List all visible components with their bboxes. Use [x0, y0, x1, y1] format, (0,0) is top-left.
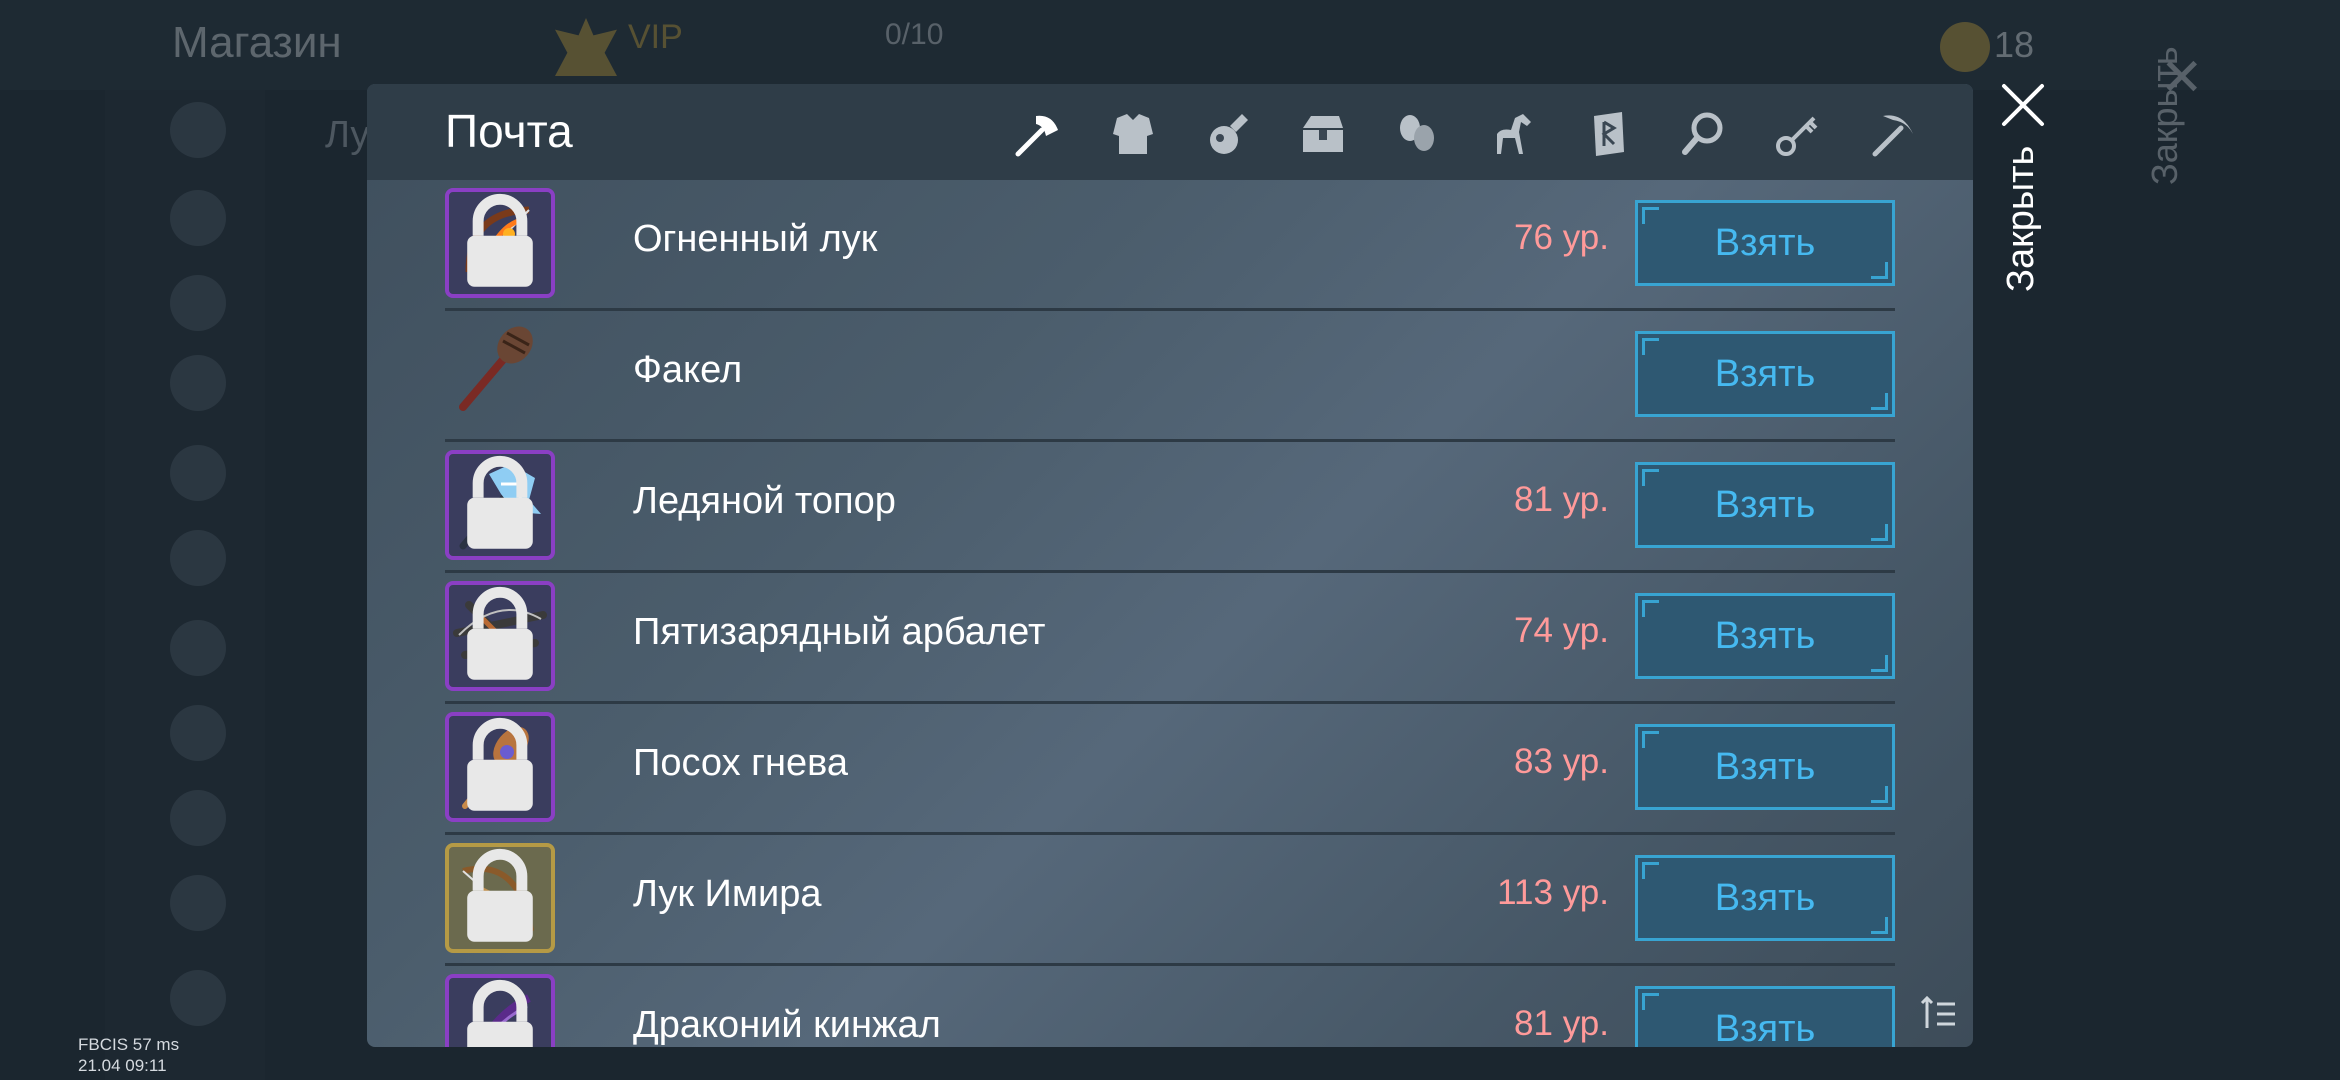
mail-item-row: Огненный лук 76 ур. Взять	[445, 180, 1895, 311]
shop-tab-label: Лу	[325, 114, 370, 156]
shop-title: Магазин	[172, 18, 342, 67]
mail-item-row: Лук Имира 113 ур. Взять	[445, 835, 1895, 966]
vip-count: 0/10	[885, 18, 944, 51]
take-button[interactable]: Взять	[1635, 331, 1895, 417]
datetime-text: 21.04 09:11	[78, 1056, 167, 1075]
item-name: Посох гнева	[633, 742, 849, 784]
debug-overlay: FBCIS 57 ms 21.04 09:11	[78, 1034, 179, 1076]
sidebar-rune-icon	[170, 275, 226, 331]
sidebar-star-icon	[170, 102, 226, 158]
rune-icon[interactable]	[1580, 106, 1636, 162]
take-button[interactable]: Взять	[1635, 462, 1895, 548]
item-name: Огненный лук	[633, 218, 878, 260]
coin-count: 18	[1994, 24, 2035, 65]
key-icon[interactable]	[1770, 106, 1826, 162]
coin-icon	[1940, 22, 1990, 72]
item-thumbnail	[445, 974, 555, 1047]
fps-text: FBCIS 57 ms	[78, 1035, 180, 1054]
armor-icon[interactable]	[1105, 106, 1161, 162]
item-thumbnail	[445, 581, 555, 691]
mail-title: Почта	[445, 105, 573, 157]
sidebar-armor-icon	[170, 530, 226, 586]
item-name: Лук Имира	[633, 873, 822, 915]
item-name: Факел	[633, 349, 743, 391]
shop-close-label: Закрыть	[2144, 46, 2185, 185]
potion-icon[interactable]	[1200, 106, 1256, 162]
mail-item-row: Факел Взять	[445, 311, 1895, 442]
take-button[interactable]: Взять	[1635, 855, 1895, 941]
sort-icon[interactable]	[1919, 992, 1959, 1032]
item-thumbnail	[445, 843, 555, 953]
item-level: 74 ур.	[1514, 611, 1609, 650]
pickaxe-icon[interactable]	[1865, 106, 1921, 162]
item-level: 76 ур.	[1514, 218, 1609, 257]
chest-icon[interactable]	[1295, 106, 1351, 162]
torch-icon	[459, 326, 533, 411]
item-level: 81 ур.	[1514, 480, 1609, 519]
item-level: 83 ур.	[1514, 742, 1609, 781]
item-name: Пятизарядный арбалет	[633, 611, 1046, 653]
item-thumbnail	[445, 319, 555, 429]
lock-icon	[467, 455, 533, 549]
item-level: 113 ур.	[1497, 873, 1609, 912]
mail-panel: Почта Огненный лук 76 ур. Взять Факел Вз…	[367, 84, 1973, 1047]
close-label[interactable]: Закрыть	[2000, 146, 2043, 292]
sidebar-bird-icon	[170, 970, 226, 1026]
sidebar-gift-icon	[170, 875, 226, 931]
sidebar-shield-icon	[170, 445, 226, 501]
item-thumbnail	[445, 712, 555, 822]
lock-icon	[467, 193, 533, 287]
item-level: 81 ур.	[1514, 1004, 1609, 1043]
lock-icon	[467, 717, 533, 811]
take-button[interactable]: Взять	[1635, 724, 1895, 810]
magnifier-icon[interactable]	[1675, 106, 1731, 162]
sidebar-wave-icon	[170, 355, 226, 411]
item-thumbnail	[445, 188, 555, 298]
mail-item-row: Ледяной топор 81 ур. Взять	[445, 442, 1895, 573]
take-button[interactable]: Взять	[1635, 200, 1895, 286]
sidebar-bomb-icon	[170, 705, 226, 761]
item-thumbnail	[445, 450, 555, 560]
horse-icon[interactable]	[1485, 106, 1541, 162]
item-name: Ледяной топор	[633, 480, 896, 522]
mail-item-row: Посох гнева 83 ур. Взять	[445, 704, 1895, 835]
scrolls-icon[interactable]	[1390, 106, 1446, 162]
sidebar-coins-icon	[170, 790, 226, 846]
vip-label: VIP	[628, 18, 683, 56]
sidebar-wall-icon	[170, 620, 226, 676]
lock-icon	[467, 586, 533, 680]
take-button[interactable]: Взять	[1635, 593, 1895, 679]
lock-icon	[467, 979, 533, 1047]
item-name: Драконий кинжал	[633, 1004, 941, 1046]
mail-item-row: Драконий кинжал 81 ур. Взять	[445, 966, 1895, 1047]
mail-header: Почта	[367, 84, 1973, 180]
take-button[interactable]: Взять	[1635, 986, 1895, 1047]
mail-item-row: Пятизарядный арбалет 74 ур. Взять	[445, 573, 1895, 704]
axe-icon[interactable]	[1010, 106, 1066, 162]
lock-icon	[467, 848, 533, 942]
sidebar-fire-icon	[170, 190, 226, 246]
close-icon[interactable]	[2000, 82, 2046, 128]
